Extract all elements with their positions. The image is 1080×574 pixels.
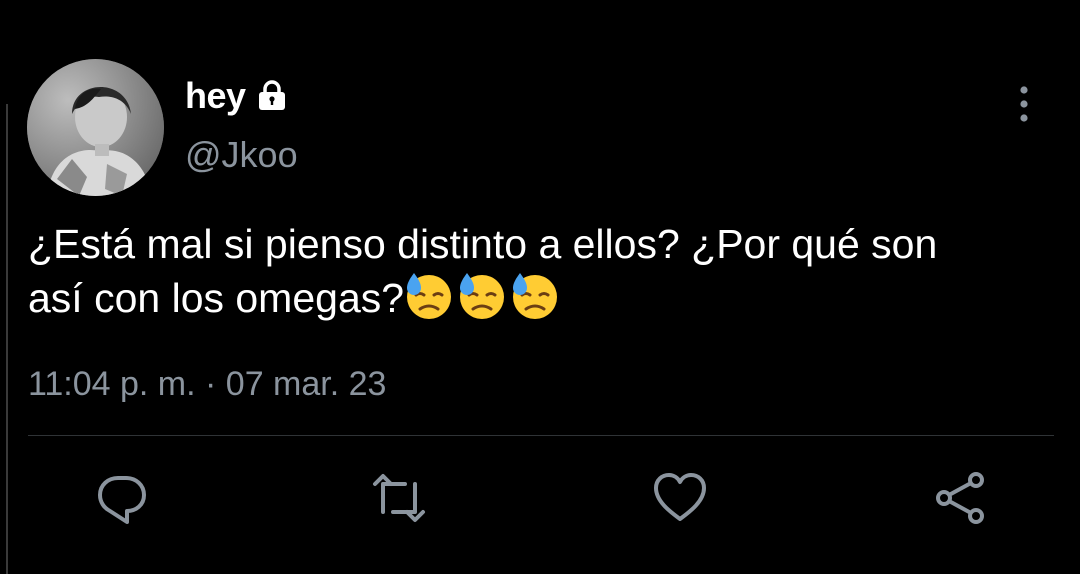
- downcast-face-with-sweat-emoji: [407, 273, 452, 319]
- emoji-row: [404, 273, 563, 321]
- tweet-text-line-2: así con los omegas?: [28, 271, 1068, 325]
- thread-line: [6, 104, 8, 574]
- tweet-text-line-1: ¿Está mal si pienso distinto a ellos? ¿P…: [28, 221, 938, 267]
- downcast-face-with-sweat-emoji: [460, 273, 505, 319]
- timestamp[interactable]: 11:04 p. m. · 07 mar. 23: [28, 365, 386, 404]
- heart-icon[interactable]: [652, 470, 708, 526]
- share-icon[interactable]: [932, 470, 988, 526]
- reply-icon[interactable]: [94, 470, 150, 526]
- lock-icon: [258, 80, 285, 110]
- more-vertical-icon[interactable]: [1012, 84, 1036, 124]
- avatar-photo: [27, 59, 164, 196]
- retweet-icon[interactable]: [371, 470, 427, 526]
- tweet-text-line-2-text: así con los omegas?: [28, 275, 405, 321]
- display-name[interactable]: hey: [185, 75, 246, 117]
- downcast-face-with-sweat-emoji: [513, 273, 558, 319]
- divider: [28, 435, 1054, 436]
- avatar[interactable]: [27, 59, 164, 196]
- tweet-text: ¿Está mal si pienso distinto a ellos? ¿P…: [28, 218, 1068, 325]
- handle[interactable]: @Jkoo: [185, 134, 298, 176]
